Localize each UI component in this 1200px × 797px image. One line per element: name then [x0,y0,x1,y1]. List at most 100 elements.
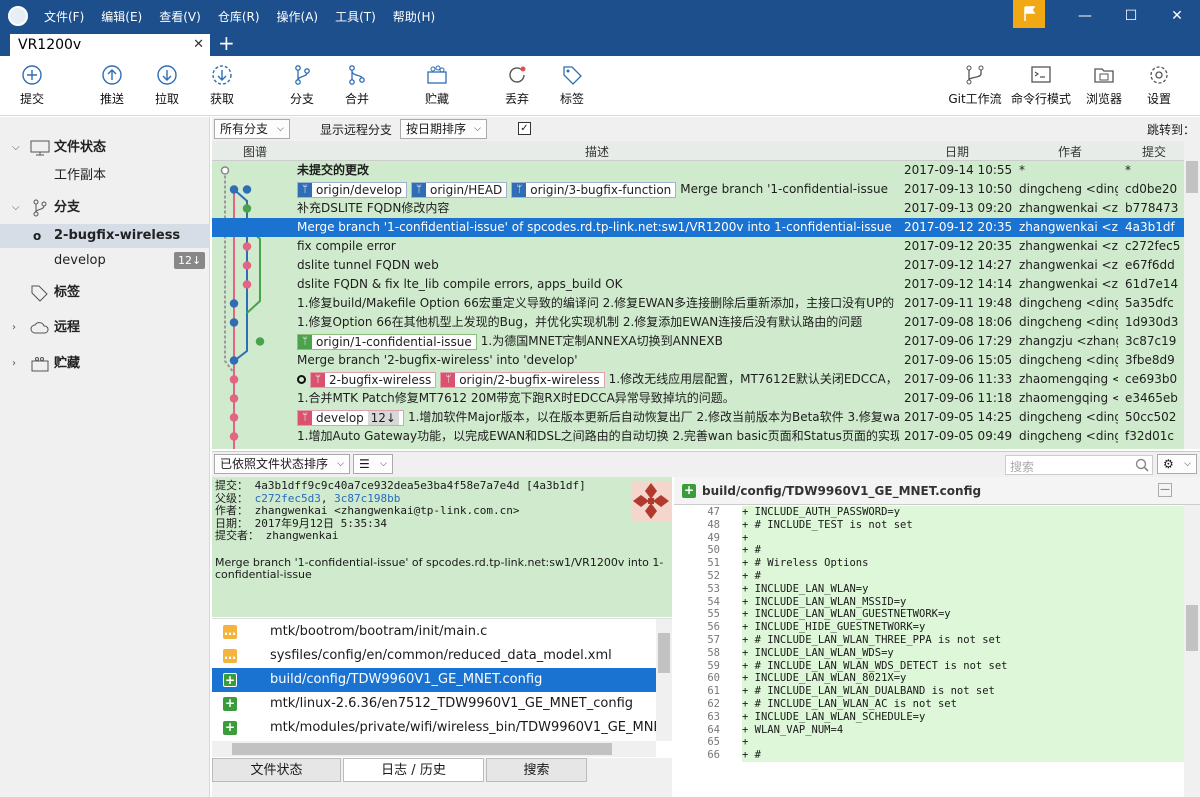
graph-column-header[interactable]: 图谱 [243,143,267,160]
commit-row[interactable]: fix compile error 2017-09-12 20:35 zhang… [212,237,1184,256]
sidebar-remotes[interactable]: › 远程 [0,316,210,340]
close-tab-icon[interactable]: ✕ [193,34,204,56]
author-column-header[interactable]: 作者 [1058,143,1082,160]
add-tab-button[interactable]: + [218,32,235,54]
file-row[interactable]: + mtk/modules/private/wifi/wireless_bin/… [212,716,656,740]
maximize-button[interactable]: ☐ [1108,0,1154,32]
commit-sha[interactable]: 4a3b1dff9c9c40a7ce932dea5e3ba4f58e7a7e4d… [255,479,586,492]
merge-button[interactable]: 合并 [327,62,387,107]
chevron-right-icon[interactable]: › [12,352,16,376]
explorer-button[interactable]: 浏览器 [1074,62,1134,107]
menu-bar: 文件(F) 编辑(E) 查看(V) 仓库(R) 操作(A) 工具(T) 帮助(H… [44,8,452,25]
commit-button[interactable]: 提交 [2,62,62,107]
log-filter-bar: 所有分支 ⌵ ✓ 显示远程分支 按日期排序 ⌵ 跳转到： [212,117,1200,141]
terminal-button[interactable]: 命令行模式 [1011,62,1071,107]
author-label: 作者： [215,504,248,517]
minimize-button[interactable]: — [1062,0,1108,32]
branch-button[interactable]: 分支 [272,62,332,107]
file-path: build/config/TDW9960V1_GE_MNET.config [270,672,543,687]
menu-actions[interactable]: 操作(A) [277,8,319,25]
menu-help[interactable]: 帮助(H) [393,8,435,25]
flag-button[interactable] [1013,0,1045,28]
chevron-right-icon[interactable]: › [12,316,16,340]
sidebar-working-copy[interactable]: 工作副本 [0,164,210,188]
search-input[interactable]: 搜索 [1005,455,1153,475]
jump-to-label[interactable]: 跳转到： [1147,121,1195,138]
menu-edit[interactable]: 编辑(E) [101,8,142,25]
diff-scrollbar[interactable] [1184,505,1200,797]
chevron-down-icon[interactable]: ⌵ [12,136,20,160]
tab-file-status[interactable]: 文件状态 [212,758,341,782]
menu-tools[interactable]: 工具(T) [335,8,376,25]
show-remote-checkbox[interactable]: ✓ [518,122,531,135]
settings-button[interactable]: 设置 [1129,62,1189,107]
commit-date: 2017-09-05 14:25 [904,410,1013,424]
scroll-thumb[interactable] [658,633,670,673]
commit-row[interactable]: ᛘ origin/1-confidential-issue 1.为德国MNET定制A… [212,332,1184,351]
parent-link[interactable]: c272fec5d3 [255,492,321,505]
commit-row[interactable]: dslite tunnel FQDN web 2017-09-12 14:27 … [212,256,1184,275]
repo-tab[interactable]: VR1200v ✕ [10,34,210,56]
file-list-hscrollbar[interactable] [212,741,656,757]
file-list-scrollbar[interactable] [656,619,672,741]
scroll-thumb[interactable] [1186,161,1198,193]
diff-line: 52 + # [674,570,1184,583]
file-row[interactable]: … sysfiles/config/en/common/reduced_data… [212,644,656,668]
sidebar-branch-develop[interactable]: develop 12↓ [0,249,210,273]
tab-log-history[interactable]: 日志 / 历史 [343,758,484,782]
commit-column-header[interactable]: 提交 [1142,143,1166,160]
commit-row[interactable]: dslite FQDN & fix lte_lib compile errors… [212,275,1184,294]
commit-row[interactable]: 1.修复Option 66在其他机型上发现的Bug，并优化实现机制 2.修复添加… [212,313,1184,332]
menu-file[interactable]: 文件(F) [44,8,84,25]
tag-button[interactable]: 标签 [542,62,602,107]
stash-icon [31,357,49,372]
log-scrollbar[interactable] [1184,141,1200,449]
line-number: 51 [707,557,720,570]
sidebar-branches[interactable]: ⌵ 分支 [0,196,210,220]
options-select[interactable]: ⚙ ⌵ [1157,454,1197,474]
branch-filter-select[interactable]: 所有分支 ⌵ [214,119,290,139]
commit-row-selected[interactable]: Merge branch '1-confidential-issue' of s… [212,218,1184,237]
push-button[interactable]: 推送 [82,62,142,107]
gitflow-button[interactable]: Git工作流 [945,62,1005,107]
sidebar-tags[interactable]: 标签 [0,281,210,305]
sidebar-stashes[interactable]: › 贮藏 [0,352,210,376]
pull-button[interactable]: 拉取 [137,62,197,107]
scroll-thumb[interactable] [232,743,612,755]
search-icon [1135,458,1149,472]
commit-row[interactable]: Merge branch '2-bugfix-wireless' into 'd… [212,351,1184,370]
collapse-icon[interactable]: — [1158,483,1172,497]
tab-search[interactable]: 搜索 [486,758,587,782]
menu-repository[interactable]: 仓库(R) [218,8,260,25]
parent-link[interactable]: 3c87c198bb [334,492,400,505]
discard-button[interactable]: 丢弃 [487,62,547,107]
file-row[interactable]: … mtk/bootrom/bootram/init/main.c [212,620,656,644]
sidebar-file-status[interactable]: ⌵ 文件状态 [0,136,210,160]
commit-row[interactable]: 补充DSLITE FQDN修改内容 2017-09-13 09:20 zhang… [212,199,1184,218]
close-window-button[interactable]: ✕ [1154,0,1200,32]
chevron-down-icon[interactable]: ⌵ [12,196,20,220]
ref-name: origin/2-bugfix-wireless [459,372,600,387]
sidebar-branch-current[interactable]: o 2-bugfix-wireless [0,224,210,248]
scroll-thumb[interactable] [1186,605,1198,651]
fetch-button[interactable]: 获取 [192,62,252,107]
sort-order-select[interactable]: 按日期排序 ⌵ [400,119,487,139]
file-row[interactable]: + mtk/linux-2.6.36/en7512_TDW9960V1_GE_M… [212,692,656,716]
commit-hash: c272fec5 [1125,239,1181,253]
commit-row[interactable]: 1.修复build/Makefile Option 66宏重定义导致的编译问 2… [212,294,1184,313]
menu-view[interactable]: 查看(V) [159,8,201,25]
commit-row[interactable]: 1.增加Auto Gateway功能，以完成EWAN和DSL之间路由的自动切换 … [212,427,1184,446]
line-text: + INCLUDE_LAN_WLAN_8021X=y [742,672,1184,686]
commit-row[interactable]: 1.合并MTK Patch修复MT7612 20M带宽下跑RX时EDCCA异常导… [212,389,1184,408]
commit-row[interactable]: ᛘ 2-bugfix-wireless ᛘ origin/2-bugfix-wirel… [212,370,1184,389]
commit-row[interactable]: ᛘ origin/develop ᛘ origin/HEAD ᛘ origin/3-bug… [212,180,1184,199]
description-column-header[interactable]: 描述 [585,143,609,160]
commit-row[interactable]: 未提交的更改 2017-09-14 10:55 * * [212,161,1184,180]
view-mode-select[interactable]: ☰ ⌵ [353,454,393,474]
file-sort-select[interactable]: 已依照文件状态排序 ⌵ [214,454,350,474]
date-column-header[interactable]: 日期 [945,143,969,160]
file-row-selected[interactable]: + build/config/TDW9960V1_GE_MNET.config [212,668,656,692]
chevron-down-icon: ⌵ [380,459,387,469]
commit-row[interactable]: ᛘ develop 12↓ 1.增加软件Major版本，以在版本更新后自动恢复出厂 … [212,408,1184,427]
stash-button[interactable]: 贮藏 [407,62,467,107]
